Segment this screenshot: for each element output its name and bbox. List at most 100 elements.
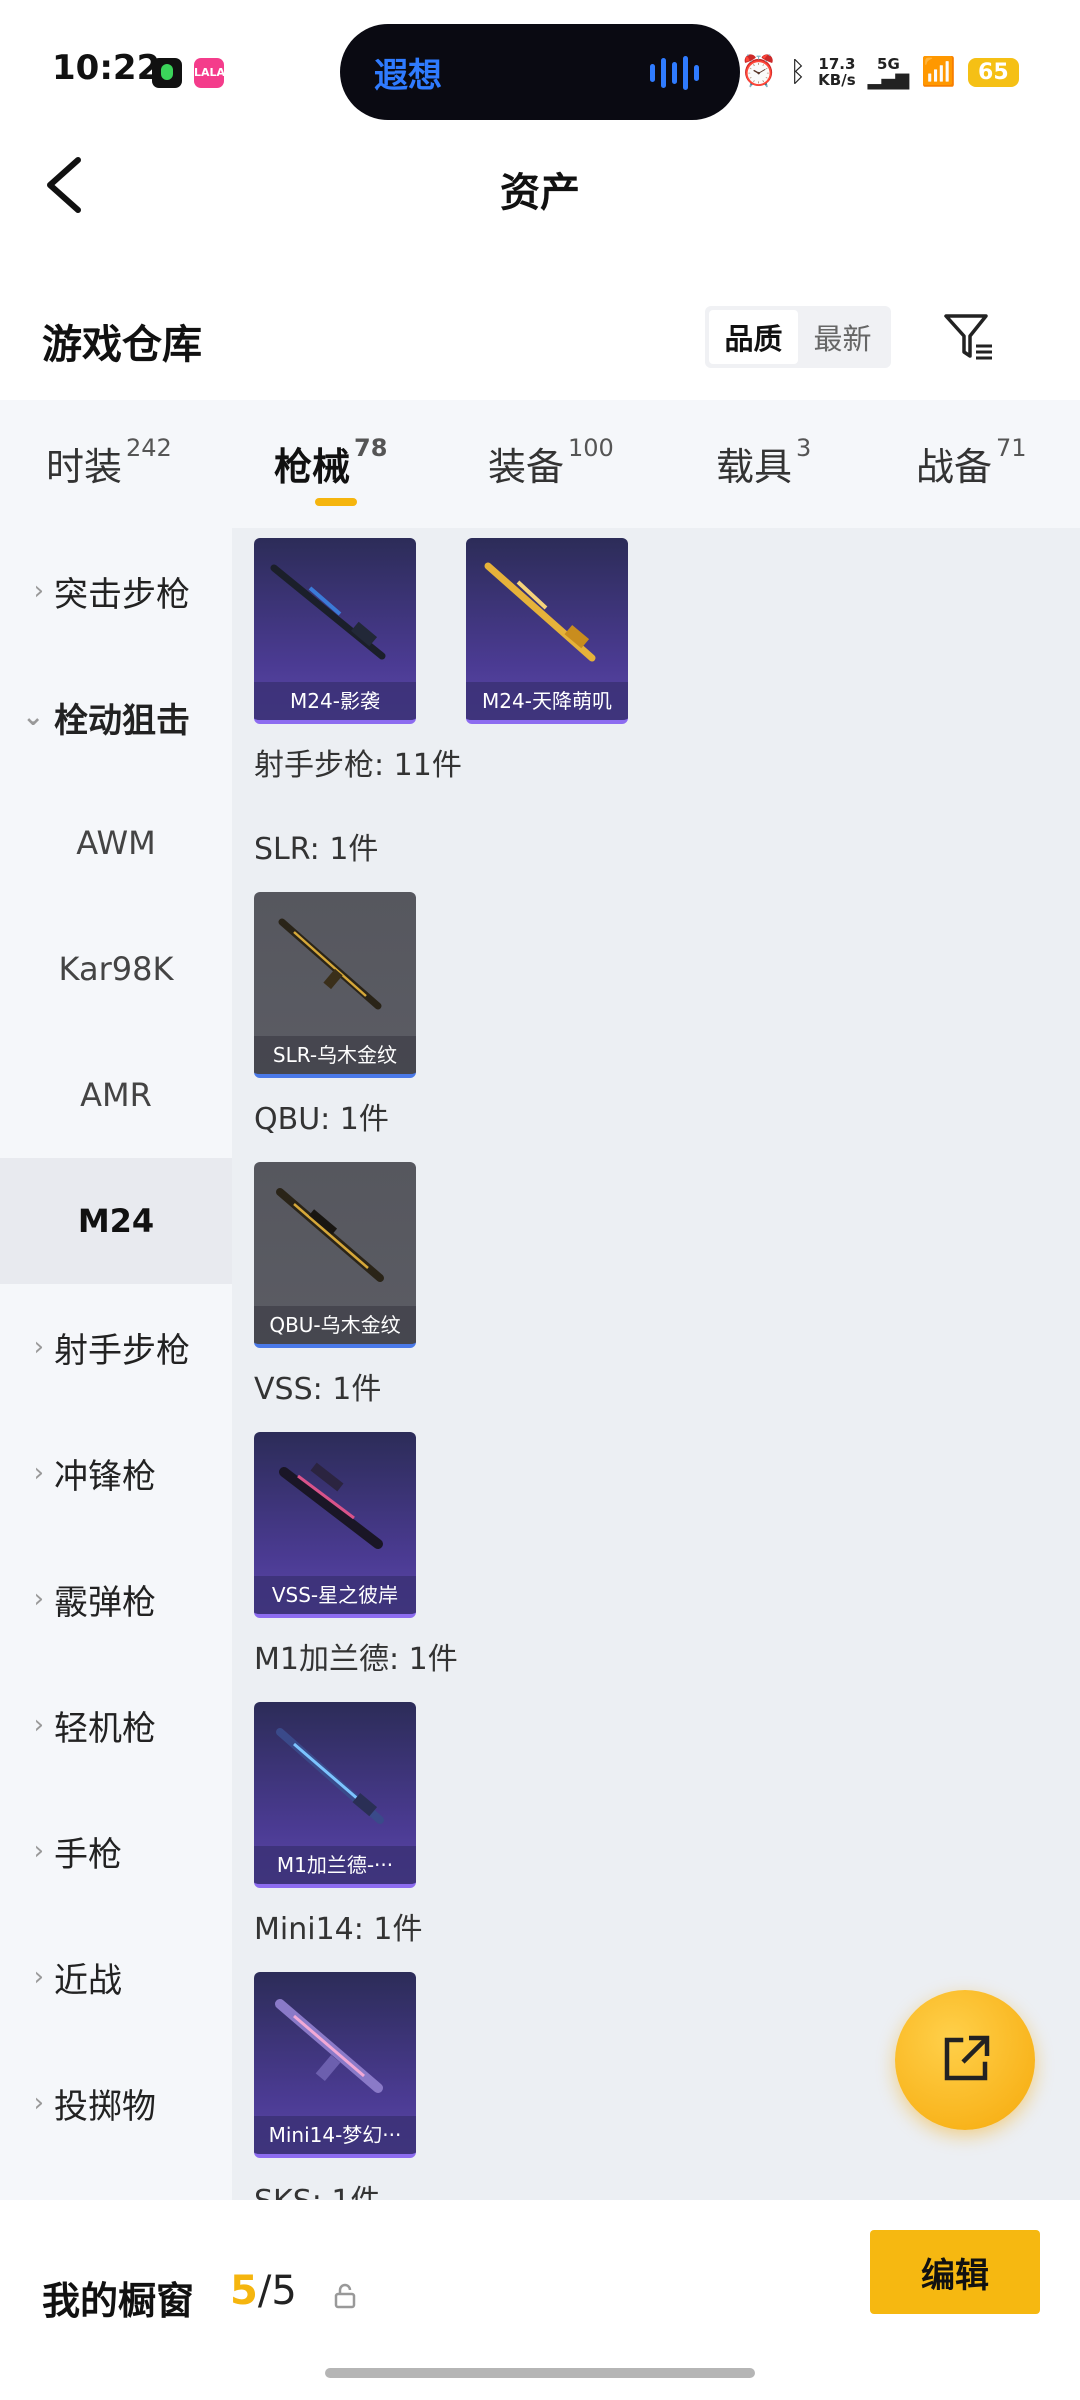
tab-count: 71 bbox=[996, 434, 1027, 463]
tab-vehicles[interactable]: 载具 3 bbox=[716, 434, 811, 491]
showcase-count: 5/5 bbox=[230, 2268, 297, 2314]
chevron-right-icon: › bbox=[33, 1962, 44, 1992]
sidebar-item-label: 冲锋枪 bbox=[54, 1456, 156, 1497]
home-indicator[interactable] bbox=[325, 2368, 755, 2378]
sidebar-item-melee[interactable]: › 近战 bbox=[0, 1914, 232, 2040]
sidebar-item-label: 投掷物 bbox=[54, 2086, 156, 2127]
group-label-qbu: QBU: 1件 bbox=[254, 1102, 389, 1137]
chevron-right-icon: › bbox=[33, 1458, 44, 1488]
item-card-m24-cute[interactable]: M24-天降萌叽 bbox=[466, 538, 628, 724]
wifi-icon: 📶 bbox=[921, 55, 957, 88]
dynamic-island: 遐想 bbox=[340, 24, 740, 120]
group-label-slr: SLR: 1件 bbox=[254, 832, 379, 867]
item-card-qbu-ebony[interactable]: QBU-乌木金纹 bbox=[254, 1162, 416, 1348]
rifle-icon bbox=[276, 1728, 384, 1824]
chevron-right-icon: › bbox=[33, 1710, 44, 1740]
sidebar-item-bolt-sniper[interactable]: ⌄ 栓动狙击 bbox=[0, 654, 232, 780]
rifle-icon bbox=[484, 562, 596, 662]
sidebar-item-lmg[interactable]: › 轻机枪 bbox=[0, 1662, 232, 1788]
sort-newest-button[interactable]: 最新 bbox=[798, 310, 887, 364]
item-card-m1-garand[interactable]: M1加兰德-··· bbox=[254, 1702, 416, 1888]
tab-label: 时装 bbox=[46, 445, 123, 489]
active-tab-indicator bbox=[315, 498, 357, 506]
rifle-icon bbox=[279, 1462, 383, 1549]
sidebar-item-marksman-rifle[interactable]: › 射手步枪 bbox=[0, 1284, 232, 1410]
rifle-icon bbox=[275, 1999, 383, 2093]
item-card-name: SLR-乌木金纹 bbox=[254, 1036, 416, 1074]
filter-button[interactable] bbox=[940, 308, 996, 364]
tab-tactical[interactable]: 战备 71 bbox=[916, 434, 1027, 491]
net-speed-value: 17.3 bbox=[818, 55, 856, 73]
item-card-name: Mini14-梦幻··· bbox=[254, 2116, 416, 2154]
tab-equipment[interactable]: 装备 100 bbox=[488, 434, 614, 491]
chevron-right-icon: › bbox=[33, 1836, 44, 1866]
sidebar-item-amr[interactable]: AMR bbox=[0, 1032, 232, 1158]
sidebar-item-label: 霰弹枪 bbox=[54, 1582, 156, 1623]
sidebar-item-kar98k[interactable]: Kar98K bbox=[0, 906, 232, 1032]
warehouse-title: 游戏仓库 bbox=[42, 322, 202, 368]
item-card-slr-ebony[interactable]: SLR-乌木金纹 bbox=[254, 892, 416, 1078]
item-card-name: M24-影袭 bbox=[254, 682, 416, 720]
chevron-right-icon: › bbox=[33, 576, 44, 606]
status-time: 10:22 bbox=[52, 48, 161, 88]
bluetooth-icon: ᛒ bbox=[789, 55, 807, 88]
app-notification-icon bbox=[152, 58, 182, 88]
sidebar-item-m24[interactable]: M24 bbox=[0, 1158, 232, 1284]
sidebar-item-pistol[interactable]: › 手枪 bbox=[0, 1788, 232, 1914]
group-label-m1-garand: M1加兰德: 1件 bbox=[254, 1642, 458, 1677]
sidebar-item-shotgun[interactable]: › 霰弹枪 bbox=[0, 1536, 232, 1662]
sidebar-item-label: 射手步枪 bbox=[54, 1330, 190, 1371]
item-card-name: VSS-星之彼岸 bbox=[254, 1576, 416, 1614]
sort-segmented-control: 品质 最新 bbox=[705, 306, 891, 368]
showcase-count-current: 5 bbox=[230, 2268, 258, 2314]
chevron-right-icon: › bbox=[33, 1584, 44, 1614]
sidebar-item-awm[interactable]: AWM bbox=[0, 780, 232, 906]
item-card-vss-star[interactable]: VSS-星之彼岸 bbox=[254, 1432, 416, 1618]
battery-indicator: 65 bbox=[968, 57, 1019, 87]
showcase-count-max: 5 bbox=[271, 2268, 297, 2314]
tab-label: 枪械 bbox=[274, 445, 351, 489]
sidebar-item-label: 手枪 bbox=[54, 1834, 122, 1875]
chevron-right-icon: › bbox=[33, 1332, 44, 1362]
my-showcase-label: 我的橱窗 bbox=[42, 2279, 195, 2323]
sidebar-item-throwable[interactable]: › 投掷物 bbox=[0, 2040, 232, 2166]
sort-quality-button[interactable]: 品质 bbox=[709, 310, 798, 364]
tab-count: 100 bbox=[568, 434, 614, 463]
item-card-m24-shadow[interactable]: M24-影袭 bbox=[254, 538, 416, 724]
net-speed-unit: KB/s bbox=[818, 71, 856, 89]
share-external-icon bbox=[944, 2035, 990, 2081]
item-card-name: M1加兰德-··· bbox=[254, 1846, 416, 1884]
tab-count: 242 bbox=[126, 434, 172, 463]
group-label-mini14: Mini14: 1件 bbox=[254, 1912, 423, 1947]
island-logo: 遐想 bbox=[374, 56, 442, 96]
group-label-marksman: 射手步枪: 11件 bbox=[254, 748, 462, 783]
chevron-right-icon: › bbox=[33, 2088, 44, 2118]
audio-wave-icon bbox=[650, 56, 699, 90]
rifle-icon bbox=[278, 918, 382, 1010]
status-icons: ⏰ ᛒ 17.3 KB/s 5G ▂▄▆ 📶 65 bbox=[740, 46, 1019, 98]
category-sidebar: › 突击步枪 ⌄ 栓动狙击 AWM Kar98K AMR M24 › 射手步枪 › 冲锋… bbox=[0, 528, 232, 2200]
group-label-vss: VSS: 1件 bbox=[254, 1372, 382, 1407]
tab-guns[interactable]: 枪械 78 bbox=[274, 434, 388, 491]
sidebar-item-label: 近战 bbox=[54, 1960, 122, 2001]
chevron-down-icon: ⌄ bbox=[22, 702, 44, 732]
tab-label: 战备 bbox=[916, 445, 993, 489]
lala-app-icon: LALA bbox=[194, 58, 225, 88]
item-card-name: QBU-乌木金纹 bbox=[254, 1306, 416, 1344]
bottom-bar: 我的橱窗 5/5 编辑 bbox=[0, 2200, 1080, 2400]
alarm-icon: ⏰ bbox=[740, 54, 778, 89]
category-tabs: 时装 242 枪械 78 装备 100 载具 3 战备 71 bbox=[0, 400, 1080, 528]
sidebar-item-smg[interactable]: › 冲锋枪 bbox=[0, 1410, 232, 1536]
net-speed: 17.3 KB/s bbox=[818, 56, 855, 88]
rifle-icon bbox=[276, 1188, 384, 1282]
status-bar: 10:22 LALA 遐想 ⏰ ᛒ 17.3 KB/s 5G ▂▄▆ 📶 65 bbox=[0, 0, 1080, 140]
sidebar-item-label: 栓动狙击 bbox=[54, 700, 190, 741]
tab-fashion[interactable]: 时装 242 bbox=[46, 434, 172, 491]
sidebar-item-assault-rifle[interactable]: › 突击步枪 bbox=[0, 528, 232, 654]
tab-count: 78 bbox=[354, 434, 388, 463]
tab-label: 装备 bbox=[488, 445, 565, 489]
item-card-mini14-dream[interactable]: Mini14-梦幻··· bbox=[254, 1972, 416, 2158]
lock-icon bbox=[334, 2283, 356, 2309]
edit-button[interactable]: 编辑 bbox=[870, 2230, 1040, 2314]
share-fab[interactable] bbox=[895, 1990, 1035, 2130]
